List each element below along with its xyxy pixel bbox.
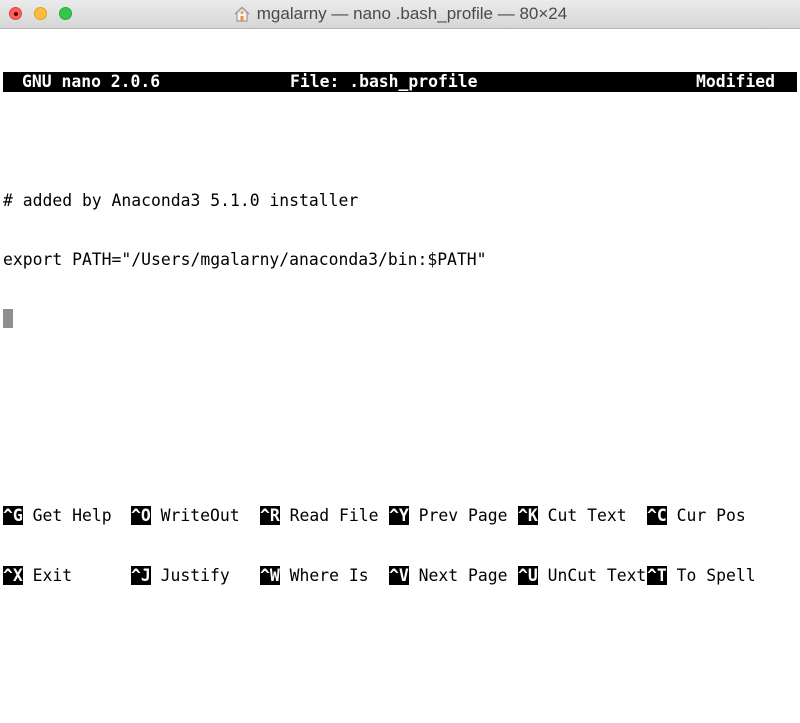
shortcut-uncut-text[interactable]: ^U UnCut Text xyxy=(518,565,646,586)
shortcut-row: ^G Get Help ^O WriteOut ^R Read File ^Y … xyxy=(3,506,800,526)
shortcut-justify[interactable]: ^J Justify xyxy=(131,565,230,586)
shortcut-cur-pos[interactable]: ^C Cur Pos xyxy=(647,506,746,526)
window-title: mgalarny — nano .bash_profile — 80×24 xyxy=(0,0,800,28)
file-name: File: .bash_profile xyxy=(290,72,478,92)
editor-line[interactable] xyxy=(3,132,797,152)
shortcut-writeout[interactable]: ^O WriteOut xyxy=(131,506,240,526)
editor-line-cursor[interactable] xyxy=(3,308,797,329)
shortcut-bar: ^G Get Help ^O WriteOut ^R Read File ^Y … xyxy=(3,467,800,605)
shortcut-row: ^X Exit ^J Justify ^W Where Is ^V Next P… xyxy=(3,565,800,586)
shortcut-cut-text[interactable]: ^K Cut Text xyxy=(518,506,627,526)
home-icon xyxy=(234,6,250,22)
nano-version: GNU nano 2.0.6 xyxy=(22,72,161,92)
nano-editor[interactable]: GNU nano 2.0.6 File: .bash_profile Modif… xyxy=(3,33,797,348)
modified-status: Modified xyxy=(696,72,775,92)
shortcut-read-file[interactable]: ^R Read File xyxy=(260,506,378,526)
shortcut-to-spell[interactable]: ^T To Spell xyxy=(647,565,756,586)
window-title-text: mgalarny — nano .bash_profile — 80×24 xyxy=(256,4,568,23)
nano-status-bar: GNU nano 2.0.6 File: .bash_profile Modif… xyxy=(3,72,797,93)
shortcut-next-page[interactable]: ^V Next Page xyxy=(389,565,507,586)
shortcut-get-help[interactable]: ^G Get Help xyxy=(3,506,112,526)
editor-line[interactable]: # added by Anaconda3 5.1.0 installer xyxy=(3,191,797,211)
editor-line[interactable]: export PATH="/Users/mgalarny/anaconda3/b… xyxy=(3,250,797,270)
window-titlebar: mgalarny — nano .bash_profile — 80×24 xyxy=(0,0,800,29)
text-cursor xyxy=(3,308,13,328)
shortcut-where-is[interactable]: ^W Where Is xyxy=(260,565,369,586)
shortcut-prev-page[interactable]: ^Y Prev Page xyxy=(389,506,507,526)
shortcut-exit[interactable]: ^X Exit xyxy=(3,565,72,586)
